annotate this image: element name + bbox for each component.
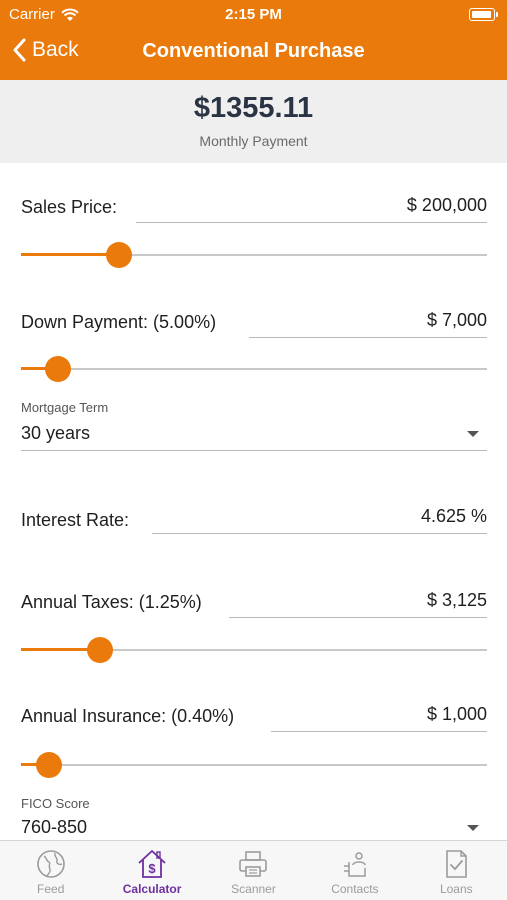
down-payment-input[interactable]: $ 7,000	[249, 308, 487, 338]
top-bar: Carrier 2:15 PM Back Conventional Purcha…	[0, 0, 507, 80]
annual-insurance-slider[interactable]	[21, 750, 487, 780]
slider-thumb[interactable]	[105, 242, 132, 268]
checklist-icon	[446, 850, 468, 878]
tab-feed[interactable]: Feed	[0, 841, 101, 900]
sales-price-label: Sales Price:	[21, 197, 118, 217]
printer-icon	[239, 851, 268, 877]
dropdown-arrow-icon	[467, 825, 479, 831]
slider-thumb[interactable]	[45, 356, 72, 382]
sales-price-row: Sales Price: $ 200,000	[21, 193, 487, 225]
back-label: Back	[32, 38, 79, 61]
tab-label: Loans	[439, 882, 473, 896]
house-dollar-icon: $	[138, 850, 166, 878]
down-payment-slider[interactable]	[21, 354, 487, 384]
status-bar: Carrier 2:15 PM	[0, 4, 507, 26]
mortgage-term-label: Mortgage Term	[21, 400, 109, 415]
tab-label: Feed	[37, 882, 65, 896]
down-payment-label: Down Payment: (5.00%)	[21, 312, 217, 332]
svg-text:$: $	[148, 861, 156, 876]
tab-label: Calculator	[122, 882, 182, 896]
annual-taxes-label: Annual Taxes: (1.25%)	[21, 592, 202, 612]
globe-icon	[36, 850, 65, 878]
tab-loans[interactable]: Loans	[406, 841, 507, 900]
slider-thumb[interactable]	[87, 637, 114, 663]
tab-label: Scanner	[231, 882, 276, 896]
fico-score-label: FICO Score	[21, 796, 90, 811]
payment-summary: $1355.11 Monthly Payment	[0, 80, 507, 163]
slider-thumb[interactable]	[35, 752, 62, 778]
tab-label: Contacts	[331, 882, 379, 896]
back-button[interactable]: Back	[12, 38, 79, 62]
annual-taxes-input[interactable]: $ 3,125	[229, 588, 487, 618]
interest-rate-row: Interest Rate: 4.625 %	[21, 504, 487, 536]
tab-scanner[interactable]: Scanner	[203, 841, 304, 900]
slider-track	[21, 764, 487, 766]
interest-rate-label: Interest Rate:	[21, 510, 130, 530]
annual-insurance-row: Annual Insurance: (0.40%) $ 1,000	[21, 702, 487, 734]
mortgage-term-value: 30 years	[21, 423, 91, 443]
chevron-left-icon	[13, 38, 26, 62]
battery-icon	[469, 8, 498, 21]
annual-taxes-slider[interactable]	[21, 635, 487, 665]
tab-bar: Feed $ Calculator Scanner Contacts Loans	[0, 840, 507, 900]
slider-fill	[21, 253, 119, 256]
contact-card-icon	[343, 852, 366, 877]
monthly-payment-label: Monthly Payment	[199, 133, 308, 149]
annual-insurance-label: Annual Insurance: (0.40%)	[21, 706, 235, 726]
interest-rate-input[interactable]: 4.625 %	[152, 504, 487, 534]
mortgage-term-select[interactable]: 30 years	[21, 421, 487, 451]
tab-contacts[interactable]: Contacts	[304, 841, 405, 900]
tab-calculator[interactable]: $ Calculator	[101, 841, 202, 900]
fico-score-value: 760-850	[21, 817, 88, 837]
navigation-bar: Back Conventional Purchase	[0, 30, 507, 76]
sales-price-slider[interactable]	[21, 240, 487, 270]
slider-track	[21, 368, 487, 370]
annual-taxes-row: Annual Taxes: (1.25%) $ 3,125	[21, 588, 487, 620]
dropdown-arrow-icon	[467, 431, 479, 437]
sales-price-input[interactable]: $ 200,000	[136, 193, 487, 223]
down-payment-row: Down Payment: (5.00%) $ 7,000	[21, 308, 487, 340]
annual-insurance-input[interactable]: $ 1,000	[271, 702, 487, 732]
monthly-payment-amount: $1355.11	[193, 92, 314, 124]
status-time: 2:15 PM	[225, 6, 282, 23]
